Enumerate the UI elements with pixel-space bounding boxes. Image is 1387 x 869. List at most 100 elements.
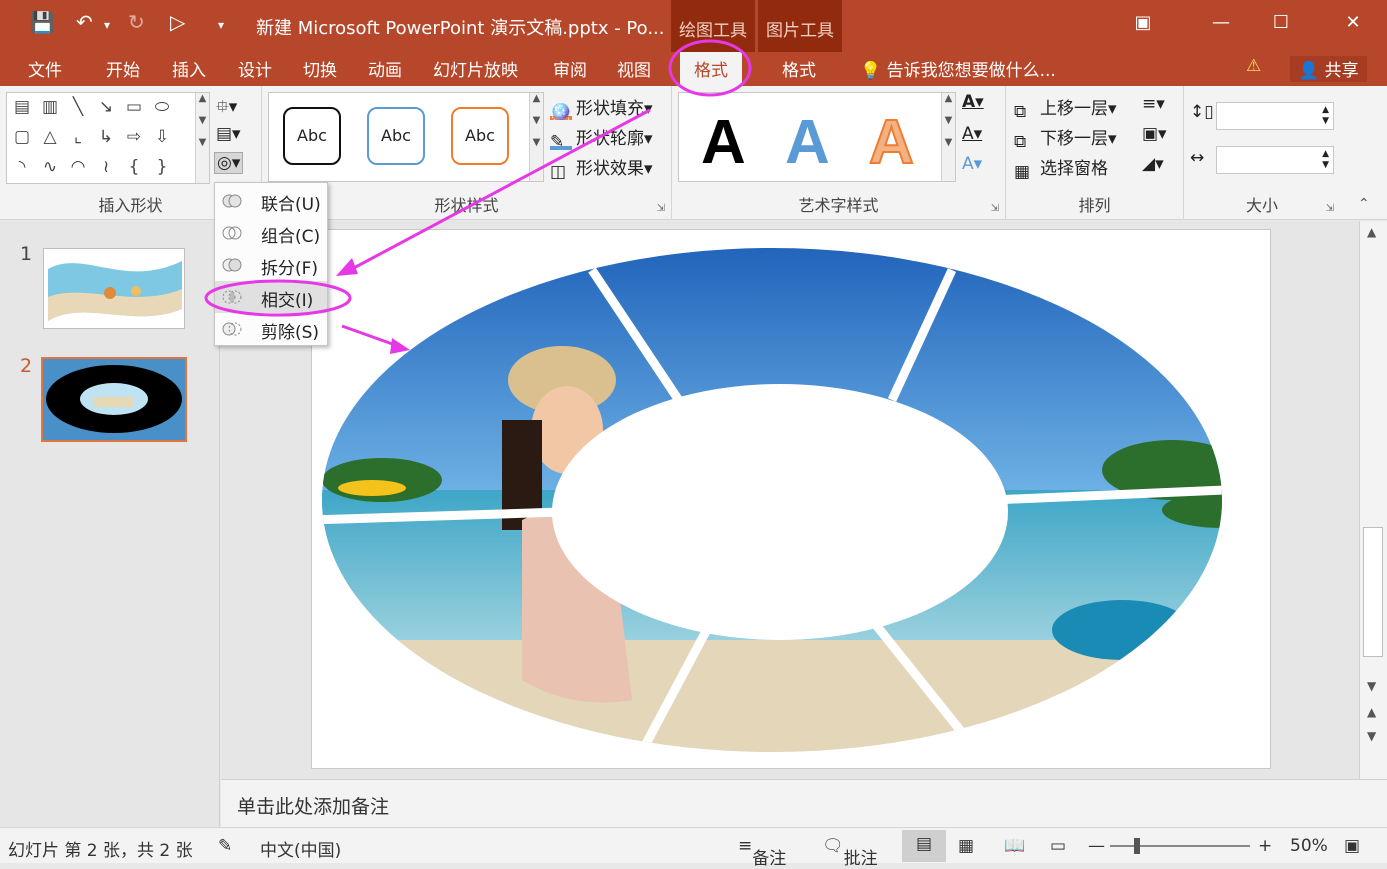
undo-dropdown-icon[interactable]: ▾ [104, 18, 110, 32]
ribbon-display-icon[interactable]: ▣ [1128, 12, 1158, 33]
width-spinner[interactable]: ▲ ▼ [1322, 149, 1329, 171]
slide-canvas[interactable] [311, 229, 1271, 769]
shape-style-preset[interactable]: Abc [367, 107, 425, 165]
merge-shapes-button[interactable]: ◎▾ [214, 152, 244, 174]
tab-slideshow[interactable]: 幻灯片放映 [433, 56, 518, 81]
height-spinner[interactable]: ▲ ▼ [1322, 105, 1329, 127]
send-backward-button[interactable]: ⧉ 下移一层▾ [1014, 124, 1117, 152]
scroll-down-icon[interactable]: ▼ [1367, 679, 1376, 693]
shape-fill-button[interactable]: 🪩 形状填充▾ [550, 94, 653, 122]
close-icon[interactable]: ✕ [1338, 12, 1368, 33]
next-slide-icon[interactable]: ▼ [1367, 729, 1376, 743]
align-icon[interactable]: ≡▾ [1142, 94, 1165, 114]
notes-toggle[interactable]: ≡ 备注 [738, 836, 786, 869]
slide-sorter-icon[interactable]: ▦ [958, 836, 974, 856]
fit-to-window-icon[interactable]: ▣ [1344, 836, 1360, 856]
wordart-preset[interactable]: A [701, 107, 746, 178]
scribble-icon[interactable]: ∿ [37, 155, 63, 179]
language-indicator[interactable]: 中文(中国) [260, 836, 341, 861]
text-effects-icon[interactable]: A▾ [962, 154, 982, 174]
dialog-launcher-icon[interactable]: ⇲ [991, 203, 999, 214]
undo-icon[interactable]: ↶ [76, 10, 93, 34]
shape-styles-gallery-scroll[interactable]: ▲ ▼ ▼ [529, 93, 543, 181]
rounded-rect-icon[interactable]: ▢ [9, 125, 35, 149]
elbow-connector-icon[interactable]: ⌞ [65, 125, 91, 149]
customize-qat-icon[interactable]: ▾ [218, 18, 224, 32]
rotate-icon[interactable]: ◢▾ [1142, 154, 1164, 174]
tab-format-picture[interactable]: 格式 [782, 56, 816, 81]
shapes-gallery[interactable]: ▤ ▥ ╲ ↘ ▭ ⬭ ▢ △ ⌞ ↳ ⇨ ⇩ ◝ ∿ ◠ ≀ { } ▲ ▼ ▼ [6, 92, 210, 184]
normal-view-icon[interactable]: ▤ [902, 830, 946, 862]
collapse-ribbon-icon[interactable]: ⌃ [1358, 196, 1370, 212]
tab-insert[interactable]: 插入 [172, 56, 206, 81]
notes-pane[interactable]: 单击此处添加备注 [221, 779, 1387, 827]
right-arrow-icon[interactable]: ⇨ [121, 125, 147, 149]
group-objects-icon[interactable]: ▣▾ [1142, 124, 1167, 144]
share-button[interactable]: 👤 共享 [1290, 56, 1367, 82]
elbow-arrow-icon[interactable]: ↳ [93, 125, 119, 149]
menu-item-fragment[interactable]: 拆分(F) [215, 249, 327, 281]
save-icon[interactable]: 💾 [30, 10, 55, 34]
oval-icon[interactable]: ⬭ [149, 95, 175, 119]
text-outline-icon[interactable]: A▾ [962, 124, 982, 144]
slideshow-icon[interactable]: ▷ [170, 10, 185, 34]
tab-home[interactable]: 开始 [106, 56, 140, 81]
shape-style-preset[interactable]: Abc [451, 107, 509, 165]
zoom-out-icon[interactable]: — [1088, 836, 1105, 856]
reading-view-icon[interactable]: 📖 [1004, 836, 1025, 856]
shape-width-input[interactable]: ▲ ▼ [1216, 146, 1334, 174]
scroll-thumb[interactable] [1363, 527, 1383, 657]
slideshow-view-icon[interactable]: ▭ [1050, 836, 1066, 856]
shape-style-preset[interactable]: Abc [283, 107, 341, 165]
wordart-gallery-scroll[interactable]: ▲ ▼ ▼ [941, 93, 955, 181]
zoom-slider[interactable] [1110, 845, 1250, 847]
shape-styles-gallery[interactable]: Abc Abc Abc ▲ ▼ ▼ [268, 92, 544, 182]
tab-transitions[interactable]: 切换 [303, 56, 337, 81]
textbox-icon[interactable]: ▤ [9, 95, 35, 119]
tab-view[interactable]: 视图 [617, 56, 651, 81]
shape-outline-button[interactable]: ✎ 形状轮廓▾ [550, 124, 653, 152]
rectangle-icon[interactable]: ▭ [121, 95, 147, 119]
shape-height-input[interactable]: ▲ ▼ [1216, 102, 1334, 130]
menu-item-combine[interactable]: 组合(C) [215, 217, 327, 249]
selection-pane-button[interactable]: ▦ 选择窗格 [1014, 154, 1108, 182]
textbox-insert-icon[interactable]: ▤▾ [216, 124, 241, 144]
arc-icon[interactable]: ◠ [65, 155, 91, 179]
slide-thumbnail-1[interactable] [43, 248, 185, 329]
menu-item-union[interactable]: 联合(U) [215, 185, 327, 217]
previous-slide-icon[interactable]: ▲ [1367, 705, 1376, 719]
edit-shape-icon[interactable]: ⯐▾ [216, 94, 237, 123]
zoom-level[interactable]: 50% [1290, 836, 1328, 856]
redo-icon[interactable]: ↻ [128, 10, 145, 34]
comments-toggle[interactable]: 🗨 批注 [822, 836, 878, 869]
tell-me-box[interactable]: 💡 告诉我您想要做什么... [860, 56, 1056, 81]
shape-effects-button[interactable]: ◫ 形状效果▾ [550, 154, 653, 182]
tab-review[interactable]: 审阅 [553, 56, 587, 81]
scroll-up-icon[interactable]: ▲ [1367, 225, 1376, 239]
slide-thumbnail-2[interactable] [41, 357, 187, 442]
right-brace-icon[interactable]: } [149, 155, 175, 179]
curve-icon[interactable]: ≀ [93, 155, 119, 179]
zoom-slider-thumb[interactable] [1134, 838, 1140, 854]
tab-design[interactable]: 设计 [238, 56, 272, 81]
wordart-preset[interactable]: A [868, 107, 915, 178]
wordart-gallery[interactable]: A A A ▲ ▼ ▼ [678, 92, 956, 182]
minimize-icon[interactable]: — [1206, 12, 1236, 33]
tab-format-drawing[interactable]: 格式 [680, 52, 742, 86]
vertical-textbox-icon[interactable]: ▥ [37, 95, 63, 119]
bring-forward-button[interactable]: ⧉ 上移一层▾ [1014, 94, 1117, 122]
spellcheck-icon[interactable]: ✎ [218, 836, 232, 856]
freeform-icon[interactable]: ◝ [9, 155, 35, 179]
triangle-icon[interactable]: △ [37, 125, 63, 149]
text-fill-icon[interactable]: A▾ [962, 92, 984, 112]
tab-file[interactable]: 文件 [28, 56, 62, 81]
warning-icon[interactable]: ⚠ [1246, 56, 1261, 76]
arrow-line-icon[interactable]: ↘ [93, 95, 119, 119]
ring-photo-shape[interactable] [312, 230, 1271, 769]
wordart-preset[interactable]: A [785, 107, 830, 178]
shapes-gallery-scroll[interactable]: ▲ ▼ ▼ [195, 93, 209, 183]
down-arrow-icon[interactable]: ⇩ [149, 125, 175, 149]
left-brace-icon[interactable]: { [121, 155, 147, 179]
maximize-icon[interactable]: ☐ [1266, 12, 1296, 33]
line-icon[interactable]: ╲ [65, 95, 91, 119]
